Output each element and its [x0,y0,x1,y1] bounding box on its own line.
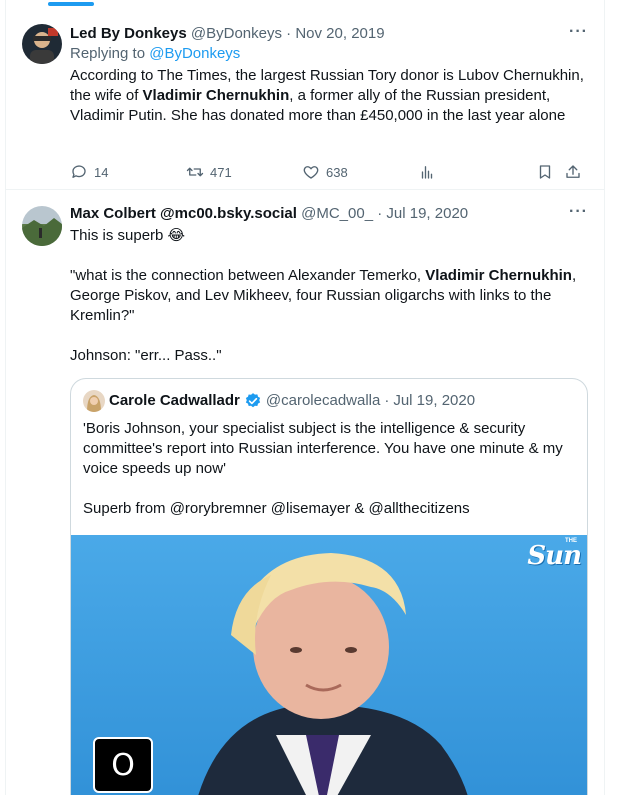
tweet-led-by-donkeys[interactable]: Led By Donkeys @ByDonkeys · Nov 20, 2019… [6,12,604,190]
share-button[interactable] [564,162,582,182]
timestamp[interactable]: Nov 20, 2019 [295,25,384,42]
reply-button[interactable]: 14 [70,162,108,182]
views-button[interactable] [418,162,436,182]
tweet-text-bold: Vladimir Chernukhin [425,267,572,284]
more-options-icon[interactable]: ··· [569,24,588,40]
avatar-image [83,390,105,412]
tweet-text-part: "what is the connection between Alexande… [70,267,426,284]
reply-icon [72,165,86,178]
heart-icon [303,166,319,179]
avatar[interactable] [22,24,62,64]
quoted-tweet[interactable]: Carole Cadwalladr @carolecadwalla · Jul … [70,378,588,795]
like-button[interactable]: 638 [302,162,348,182]
media-logo-sun: Sun [527,541,582,571]
reply-count: 14 [94,164,109,180]
bookmark-button[interactable] [536,162,554,182]
quote-display-name[interactable]: Carole Cadwalladr [109,391,240,411]
tweet-line: Johnson: "err... Pass.." [70,347,222,364]
tweet-text: According to The Times, the largest Russ… [70,66,588,126]
quote-header: Carole Cadwalladr @carolecadwalla · Jul … [83,390,475,412]
display-name[interactable]: Led By Donkeys [70,25,187,42]
quote-paragraph: Superb from @rorybremner @lisemayer & @a… [83,500,470,517]
verified-badge-icon [245,393,261,408]
tweet-line: This is superb 😂 [70,227,186,244]
tweet-header: Max Colbert @mc00.bsky.social @MC_00_ · … [70,204,588,224]
quote-timestamp[interactable]: Jul 19, 2020 [393,391,475,411]
tweet-header: Led By Donkeys @ByDonkeys · Nov 20, 2019… [70,24,588,44]
separator-dot: · [286,25,292,42]
retweet-count: 471 [210,164,232,180]
video-media[interactable]: THE Sun O [71,535,587,795]
quote-handle[interactable]: @carolecadwalla [266,391,380,411]
retweet-button[interactable]: 471 [186,162,232,182]
more-options-icon[interactable]: ··· [569,204,588,220]
timeline: Led By Donkeys @ByDonkeys · Nov 20, 2019… [5,0,605,795]
tweet-text-bold: Vladimir Chernukhin [142,87,290,104]
tab-indicator [48,2,94,6]
action-bar: 14 471 638 [70,162,588,182]
handle[interactable]: @MC_00_ [301,205,373,222]
quote-avatar[interactable] [83,390,105,412]
share-icon [566,165,580,178]
replying-prefix: Replying to [70,45,150,62]
timestamp[interactable]: Jul 19, 2020 [386,205,468,222]
display-name[interactable]: Max Colbert @mc00.bsky.social [70,205,297,222]
separator-dot: · [377,205,383,222]
avatar-image [22,206,62,246]
tweet-max-colbert[interactable]: Max Colbert @mc00.bsky.social @MC_00_ · … [6,200,604,795]
replying-handle-link[interactable]: @ByDonkeys [149,45,240,62]
tweet-paragraph: "what is the connection between Alexande… [70,266,588,326]
bookmark-icon [539,165,551,179]
separator-dot: · [384,392,390,409]
retweet-icon [186,167,204,177]
video-badge: O [93,737,153,793]
quote-text: 'Boris Johnson, your specialist subject … [83,419,575,519]
handle[interactable]: @ByDonkeys [191,25,282,42]
avatar-image [22,24,62,64]
analytics-icon [421,166,433,179]
quote-paragraph: 'Boris Johnson, your specialist subject … [83,420,563,477]
replying-to: Replying to @ByDonkeys [70,44,588,64]
tweet-text: This is superb 😂 "what is the connection… [70,226,588,366]
like-count: 638 [326,164,348,180]
avatar[interactable] [22,206,62,246]
